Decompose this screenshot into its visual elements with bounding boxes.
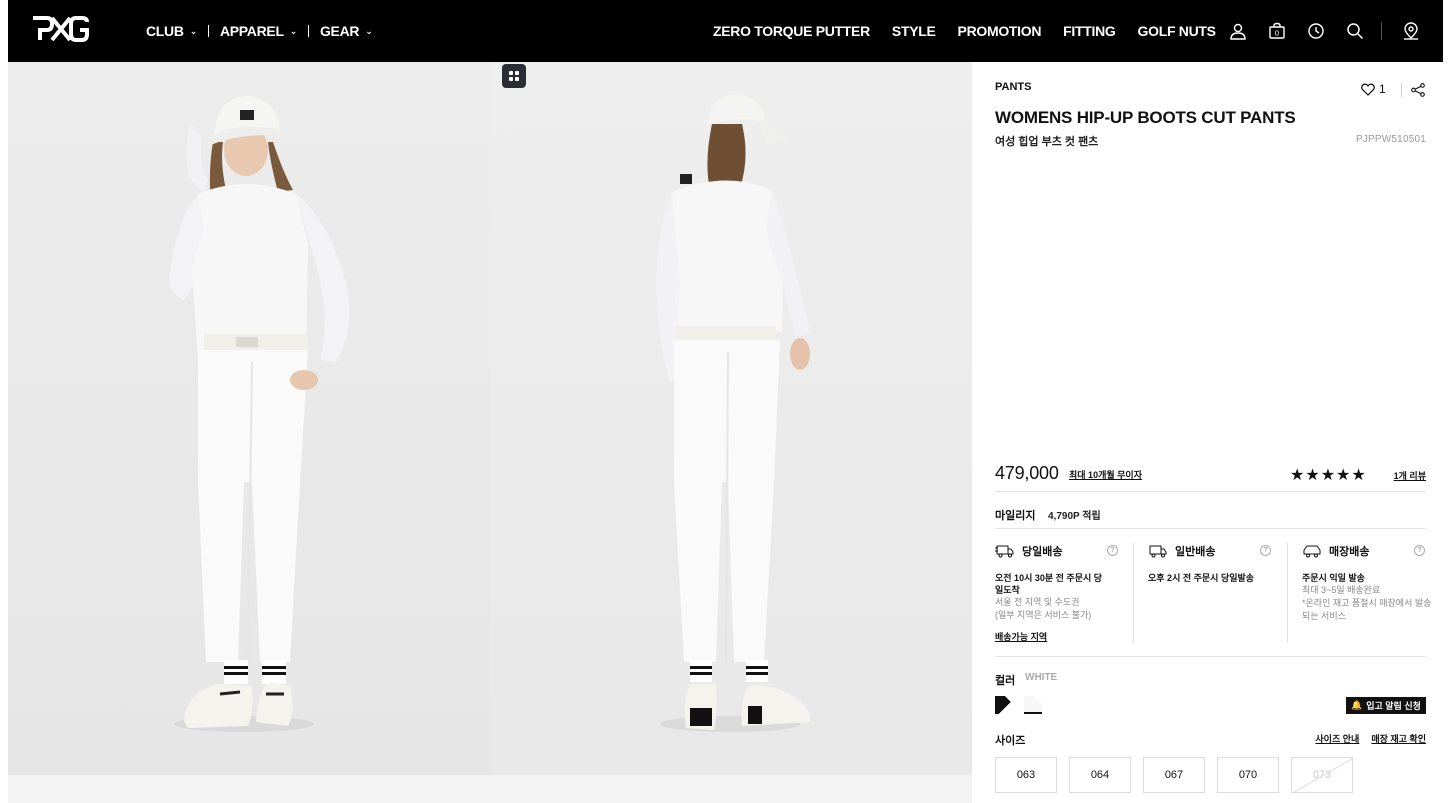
store-location-icon[interactable]	[1400, 20, 1422, 42]
delivery-truck-icon	[995, 545, 1014, 558]
divider	[995, 528, 1426, 529]
chevron-down-icon: ⌄	[365, 26, 373, 36]
review-count-link[interactable]: 1개 리뷰	[1394, 469, 1426, 482]
mileage-label: 마일리지	[995, 510, 1036, 522]
product-title: WOMENS HIP-UP BOOTS CUT PANTS	[995, 108, 1296, 127]
store-stock-link[interactable]: 매장 재고 확인	[1371, 732, 1426, 745]
shipping-title: 일반배송	[1175, 546, 1216, 558]
shipping-main-text: 오후 2시 전 주문시 당일발송	[1148, 573, 1255, 583]
size-option[interactable]: 067	[1143, 757, 1205, 793]
shipping-note: 서울 전 지역 및 수도권	[995, 597, 1080, 607]
shipping-main-text: 오전 10시 30분 전 주문시 당일도착	[995, 573, 1103, 595]
size-option[interactable]: 064	[1069, 757, 1131, 793]
chevron-down-icon: ⌄	[289, 26, 298, 36]
image-viewer-button[interactable]	[502, 64, 526, 88]
share-icon[interactable]	[1410, 82, 1426, 98]
mileage-value: 4,790P 적립	[1048, 511, 1101, 522]
restock-label: 입고 알림 신청	[1366, 701, 1421, 711]
shipping-title: 당일배송	[1022, 546, 1063, 558]
product-price: 479,000	[995, 463, 1059, 483]
product-code: PJPPW510501	[1355, 134, 1426, 145]
nav-gear-label: GEAR	[319, 23, 360, 39]
shipping-title: 매장배송	[1329, 546, 1370, 558]
size-option[interactable]: 070	[1217, 757, 1279, 793]
top-navigation-bar: CLUB ⌄ APPAREL ⌄ GEAR ⌄ ZERO TORQUE PUTTER …	[8, 0, 1443, 62]
shipping-note: 최대 3~5일 배송완료	[1302, 585, 1381, 595]
size-options: 063 064 067 070 073	[995, 757, 1365, 793]
nav-gear[interactable]: GEAR ⌄	[320, 23, 373, 39]
history-clock-icon[interactable]	[1305, 20, 1327, 42]
color-label: 컬러	[995, 675, 1016, 687]
delivery-truck-icon	[1149, 545, 1167, 558]
product-category: PANTS	[995, 81, 1032, 93]
nav-club-label: CLUB	[146, 23, 184, 39]
nav-golf-nuts[interactable]: GOLF NUTS	[1138, 23, 1216, 39]
nav-zero-torque-putter[interactable]: ZERO TORQUE PUTTER	[713, 23, 870, 39]
shipping-note: (일부 지역은 서비스 불가)	[995, 610, 1092, 620]
product-korean-name: 여성 힙업 부츠 컷 팬츠	[995, 136, 1099, 148]
size-option[interactable]: 063	[995, 757, 1057, 793]
delivery-area-link[interactable]: 배송가능 지역	[995, 630, 1135, 643]
grid-icon	[509, 71, 519, 81]
wishlist-button[interactable]: 1	[1361, 82, 1386, 96]
nav-apparel-label: APPAREL	[219, 23, 284, 39]
product-image-gallery	[8, 62, 972, 803]
shipping-option-same-day: 당일배송 ? 오전 10시 30분 전 주문시 당일도착 서울 전 지역 및 수…	[995, 543, 1135, 643]
nav-divider	[207, 25, 209, 37]
nav-club[interactable]: CLUB ⌄	[146, 23, 197, 39]
size-option-soldout: 073	[1291, 757, 1353, 793]
user-icon[interactable]	[1227, 20, 1249, 42]
help-icon[interactable]: ?	[1260, 545, 1271, 556]
shipping-main-text: 주문시 익일 발송	[1302, 573, 1365, 583]
size-label: 사이즈	[995, 735, 1026, 747]
color-swatch-black[interactable]	[995, 696, 1013, 714]
shopping-bag-icon[interactable]: 0	[1266, 20, 1288, 42]
selected-color: WHITE	[1025, 672, 1058, 683]
svg-text:0: 0	[1275, 30, 1279, 38]
product-info-panel: PANTS 1 WOMENS HIP-UP BOOTS CUT PANTS 여성…	[972, 62, 1443, 803]
divider	[1401, 83, 1402, 97]
size-guide-link[interactable]: 사이즈 안내	[1315, 732, 1359, 745]
nav-promotion[interactable]: PROMOTION	[958, 23, 1042, 39]
divider	[1287, 543, 1288, 643]
rating-stars: ★★★★★	[1290, 467, 1367, 484]
header-icon-group: 0	[1227, 19, 1439, 43]
nav-fitting[interactable]: FITTING	[1063, 23, 1116, 39]
header-icon-divider	[1381, 22, 1382, 40]
search-icon[interactable]	[1344, 20, 1366, 42]
help-icon[interactable]: ?	[1107, 545, 1118, 556]
size-links: 사이즈 안내 매장 재고 확인	[1303, 732, 1426, 745]
color-swatch-white[interactable]	[1024, 696, 1042, 714]
shipping-note: *온라인 재고 품절시 매장에서 발송되는 서비스	[1302, 598, 1432, 621]
restock-alert-button[interactable]: 🔔 입고 알림 신청	[1346, 697, 1426, 714]
divider	[995, 491, 1426, 492]
main-category-nav: CLUB ⌄ APPAREL ⌄ GEAR ⌄	[146, 0, 373, 62]
bell-icon: 🔔	[1351, 700, 1363, 710]
help-icon[interactable]: ?	[1414, 545, 1425, 556]
store-delivery-icon	[1303, 545, 1321, 558]
shipping-option-store: 매장배송 ? 주문시 익일 발송 최대 3~5일 배송완료 *온라인 재고 품절…	[1302, 543, 1442, 623]
product-photo-back[interactable]	[490, 62, 972, 775]
wishlist-count: 1	[1379, 82, 1386, 96]
heart-icon	[1361, 83, 1375, 96]
secondary-nav: ZERO TORQUE PUTTER STYLE PROMOTION FITTI…	[713, 0, 1238, 62]
divider	[1133, 543, 1134, 643]
nav-divider	[307, 25, 309, 37]
product-photo-front[interactable]	[8, 62, 490, 775]
nav-apparel[interactable]: APPAREL ⌄	[220, 23, 297, 39]
pxg-logo[interactable]	[30, 14, 90, 44]
installment-link[interactable]: 최대 10개월 무이자	[1069, 468, 1142, 481]
divider	[995, 656, 1426, 657]
chevron-down-icon: ⌄	[189, 26, 198, 36]
shipping-option-standard: 일반배송 ? 오후 2시 전 주문시 당일발송	[1148, 543, 1288, 584]
nav-style[interactable]: STYLE	[892, 23, 936, 39]
